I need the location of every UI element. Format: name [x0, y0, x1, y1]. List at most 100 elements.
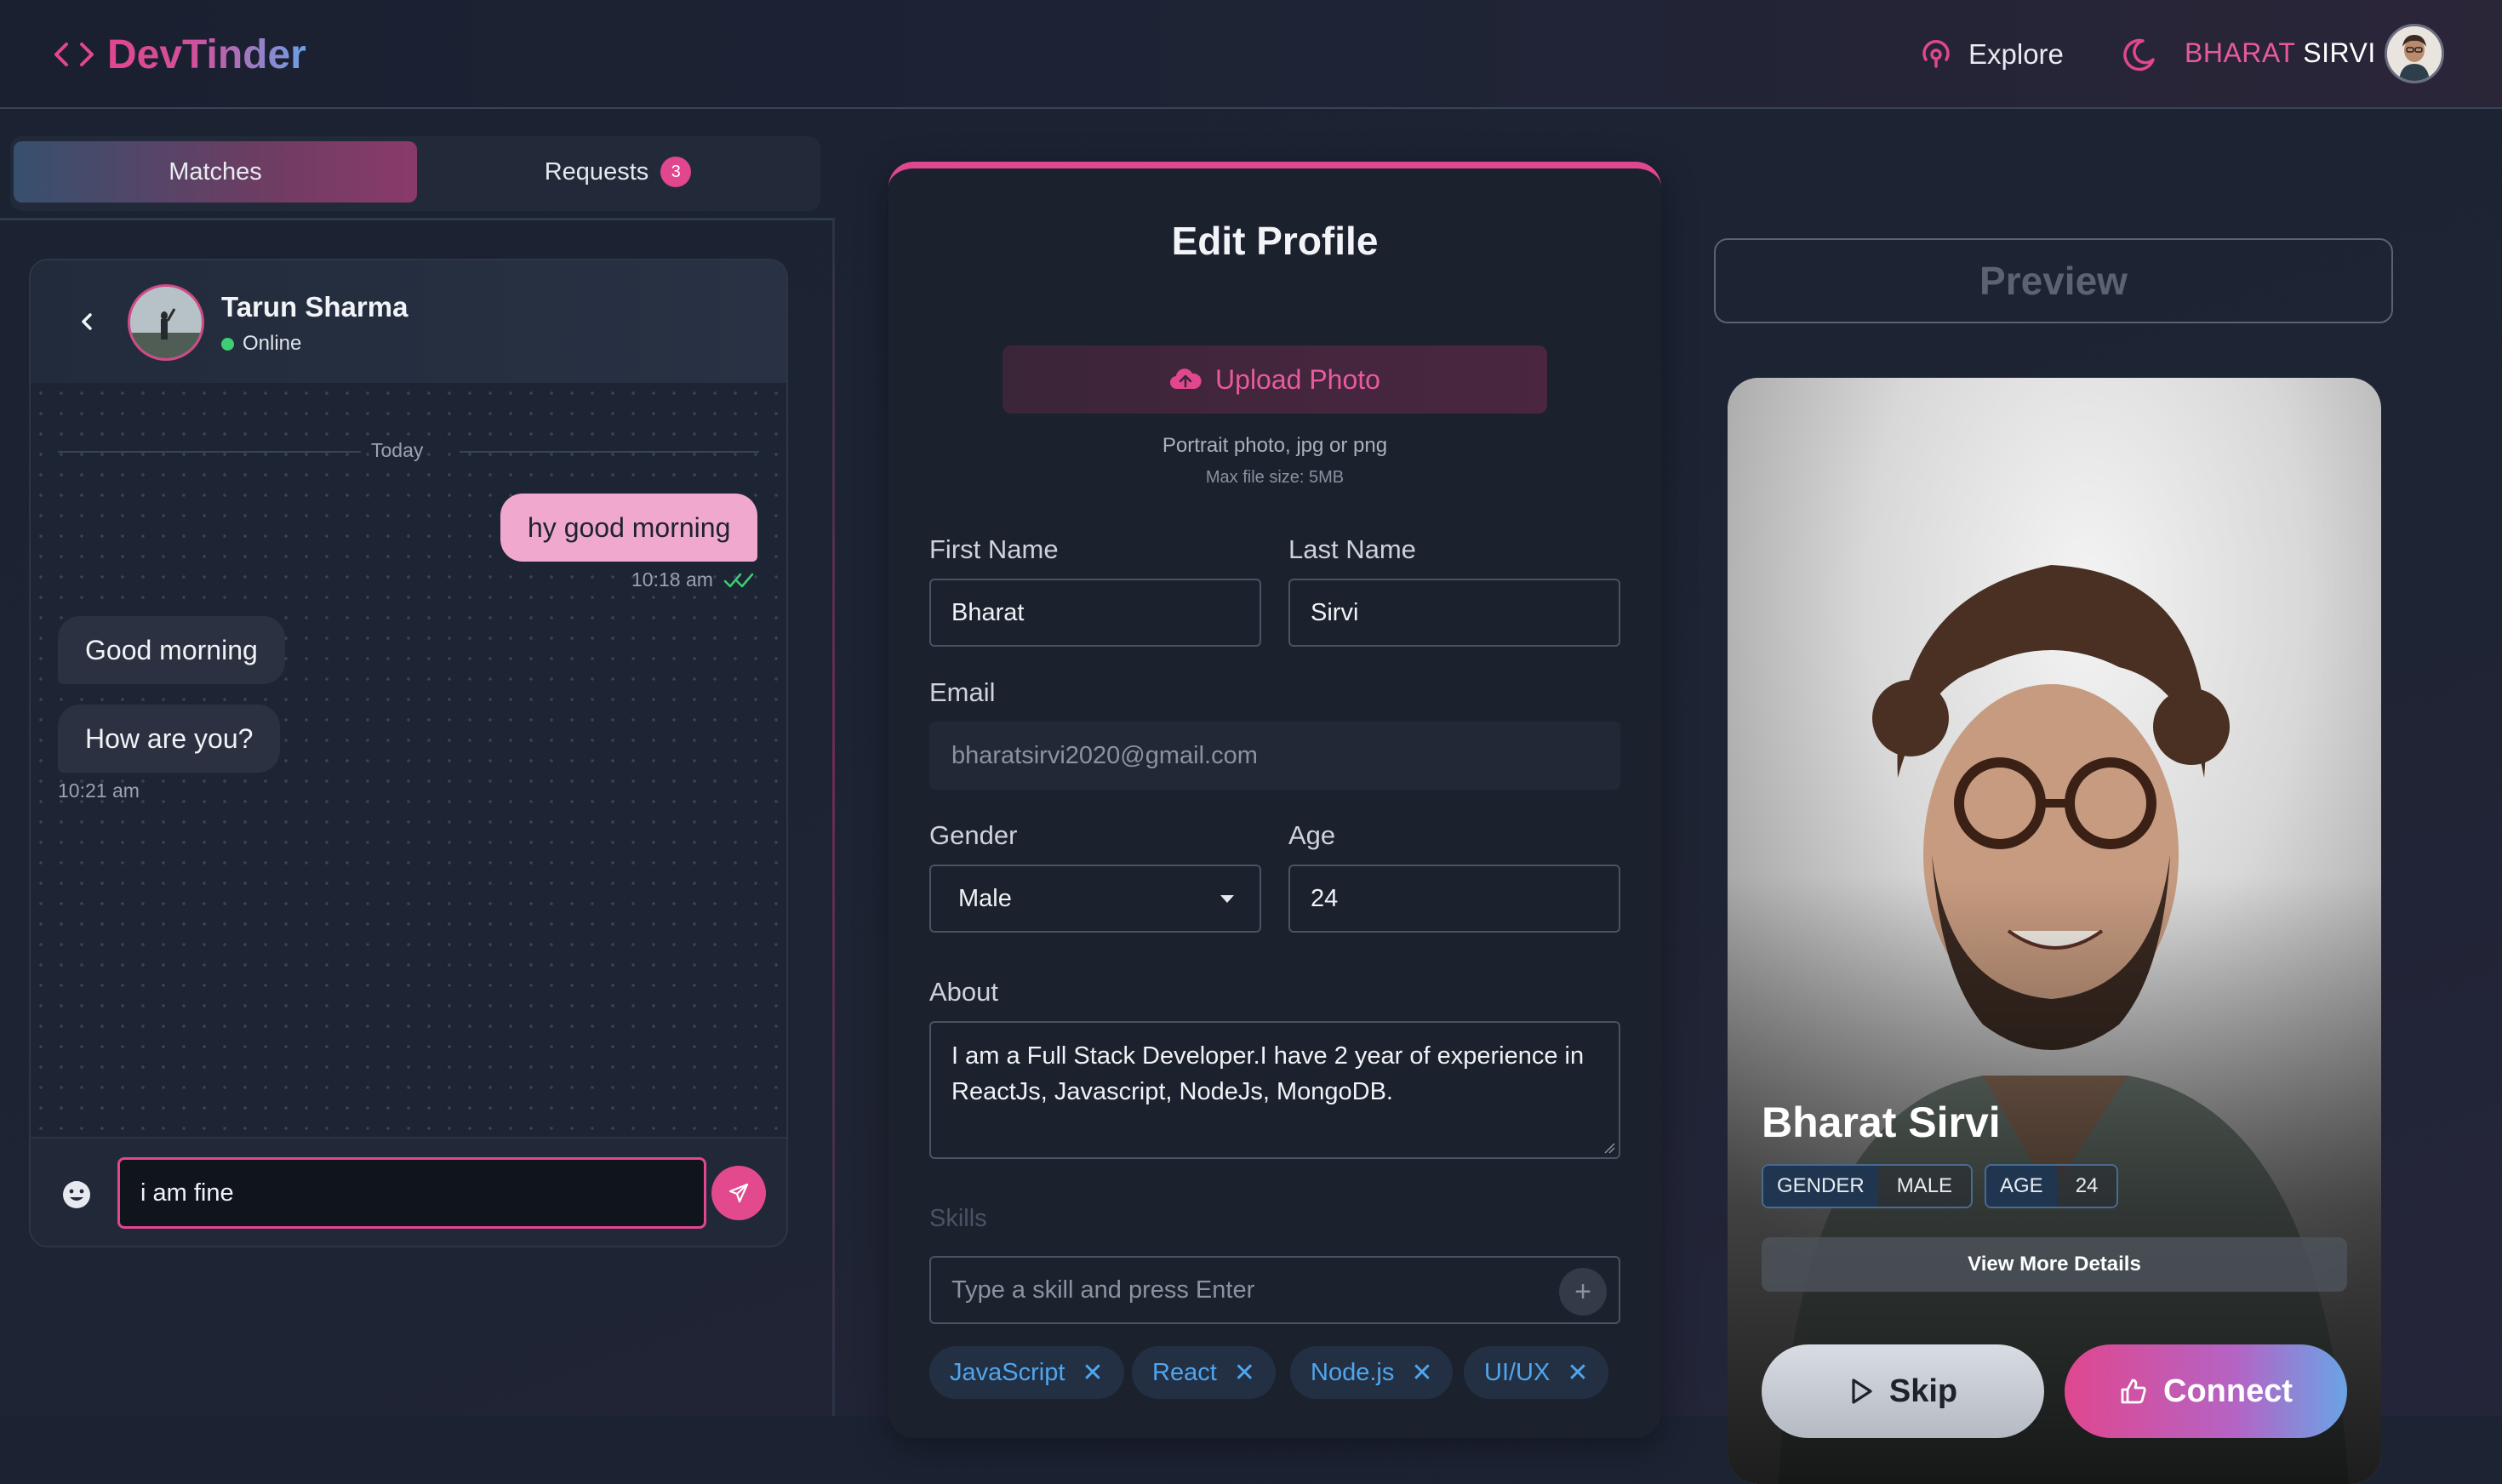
upload-max-size: Max file size: 5MB: [1205, 468, 1345, 487]
day-separator-label: Today: [371, 439, 424, 461]
play-icon: [1852, 1378, 1872, 1404]
skip-label: Skip: [1888, 1373, 1958, 1409]
explore-label: Explore: [1968, 38, 2064, 70]
first-name-label: First Name: [929, 534, 1059, 564]
first-name-field[interactable]: Bharat: [929, 579, 1261, 647]
panel-separator: [832, 218, 835, 1416]
age-tag: AGE 24: [1985, 1164, 2119, 1208]
user-name: BHARAT SIRVI: [2185, 37, 2376, 69]
email-field: bharatsirvi2020@gmail.com: [929, 722, 1620, 790]
upload-photo-label: Upload Photo: [1215, 363, 1380, 395]
message-input[interactable]: [117, 1157, 706, 1229]
divider: [0, 218, 834, 220]
brand-name: DevTinder: [107, 31, 306, 77]
send-icon: [728, 1183, 749, 1203]
profile-photo: [1728, 378, 2381, 1484]
skill-chip-label: React: [1152, 1358, 1217, 1386]
top-nav: DevTinder Explore BHARAT SIRVI: [0, 0, 2502, 109]
age-label: Age: [1288, 820, 1336, 850]
last-name-field[interactable]: Sirvi: [1288, 579, 1620, 647]
message-time-label: 10:18 am: [631, 568, 713, 591]
skill-chip[interactable]: React ✕: [1132, 1346, 1276, 1399]
close-icon[interactable]: ✕: [1411, 1358, 1432, 1388]
gender-tag: GENDER MALE: [1762, 1164, 1974, 1208]
divider: [460, 451, 759, 453]
requests-count-badge: 3: [660, 157, 692, 187]
plus-icon[interactable]: +: [1559, 1268, 1607, 1316]
chat-composer: [31, 1137, 786, 1246]
close-icon[interactable]: ✕: [1234, 1358, 1255, 1388]
chat-tabs: Matches Requests 3: [10, 136, 820, 211]
age-field[interactable]: 24: [1288, 865, 1620, 933]
contact-status-label: Online: [243, 332, 302, 355]
profile-preview-card: Bharat Sirvi GENDER MALE AGE 24 View Mor…: [1728, 378, 2381, 1484]
brand-logo[interactable]: DevTinder: [53, 29, 306, 80]
thumbs-up-icon: [2121, 1378, 2146, 1404]
upload-photo-button[interactable]: Upload Photo: [1003, 345, 1547, 414]
about-text: I am a Full Stack Developer.I have 2 yea…: [951, 1042, 1585, 1105]
code-icon: [54, 43, 94, 66]
divider: [58, 451, 361, 453]
send-button[interactable]: [711, 1166, 766, 1220]
chat-header: Tarun Sharma Online: [31, 260, 786, 383]
age-tag-value: 24: [2056, 1166, 2117, 1207]
skill-chip[interactable]: UI/UX ✕: [1464, 1346, 1609, 1399]
about-label: About: [929, 977, 999, 1007]
skill-input[interactable]: Type a skill and press Enter +: [929, 1256, 1620, 1324]
connect-label: Connect: [2163, 1373, 2293, 1409]
contact-avatar[interactable]: [128, 284, 204, 361]
skill-chip[interactable]: Node.js ✕: [1290, 1346, 1454, 1399]
avatar-image: [2387, 26, 2442, 81]
skill-chip-label: UI/UX: [1484, 1358, 1551, 1386]
cloud-upload-icon: [1170, 368, 1202, 390]
resize-handle-icon[interactable]: [1602, 1140, 1615, 1154]
tab-requests[interactable]: Requests 3: [419, 141, 817, 203]
skill-chip-label: Node.js: [1311, 1358, 1395, 1386]
explore-link[interactable]: Explore: [1919, 34, 2064, 75]
tab-matches[interactable]: Matches: [14, 141, 417, 203]
skill-chip[interactable]: JavaScript ✕: [929, 1346, 1124, 1399]
moon-icon[interactable]: [2117, 34, 2158, 75]
page-title: Edit Profile: [1171, 219, 1379, 263]
emoji-icon[interactable]: [61, 1179, 92, 1210]
contact-avatar-image: [130, 287, 202, 358]
online-indicator: [221, 337, 234, 351]
preview-name: Bharat Sirvi: [1762, 1099, 2001, 1146]
gender-tag-key: GENDER: [1763, 1166, 1878, 1207]
gender-tag-value: MALE: [1877, 1166, 1972, 1207]
about-textarea[interactable]: I am a Full Stack Developer.I have 2 yea…: [929, 1021, 1620, 1159]
email-label: Email: [929, 677, 996, 707]
view-more-details-button[interactable]: View More Details: [1762, 1237, 2347, 1292]
tab-matches-label: Matches: [169, 157, 262, 186]
connect-button[interactable]: Connect: [2065, 1344, 2347, 1438]
last-name-label: Last Name: [1288, 534, 1416, 564]
gender-value: Male: [958, 884, 1012, 912]
contact-name: Tarun Sharma: [221, 291, 408, 322]
tab-requests-label: Requests: [544, 157, 649, 186]
message-time: 10:18 am: [631, 568, 757, 591]
chevron-left-icon[interactable]: [70, 305, 104, 339]
chat-window: Tarun Sharma Online Today hy good mornin…: [29, 259, 788, 1247]
contact-status: Online: [221, 332, 301, 356]
message-bubble-incoming: How are you?: [58, 705, 281, 773]
message-bubble-outgoing: hy good morning: [500, 494, 758, 562]
skills-label: Skills: [929, 1205, 987, 1232]
gender-label: Gender: [929, 820, 1018, 850]
message-time: 10:21 am: [58, 779, 140, 802]
age-tag-key: AGE: [1986, 1166, 2057, 1207]
caret-down-icon: [1220, 895, 1234, 903]
gender-select[interactable]: Male: [929, 865, 1261, 933]
skill-chip-label: JavaScript: [950, 1358, 1065, 1386]
check-double-icon: [723, 573, 754, 587]
edit-profile-card: Edit Profile Upload Photo Portrait photo…: [888, 162, 1661, 1438]
user-last-name: SIRVI: [2303, 37, 2376, 68]
close-icon[interactable]: ✕: [1567, 1358, 1588, 1388]
upload-hint: Portrait photo, jpg or png: [1162, 434, 1388, 457]
message-bubble-incoming: Good morning: [58, 616, 285, 684]
user-first-name: BHARAT: [2185, 37, 2295, 68]
skill-input-placeholder: Type a skill and press Enter: [951, 1276, 1255, 1304]
preview-button[interactable]: Preview: [1714, 238, 2393, 323]
skip-button[interactable]: Skip: [1762, 1344, 2044, 1438]
close-icon[interactable]: ✕: [1082, 1358, 1103, 1388]
avatar[interactable]: [2385, 24, 2444, 83]
